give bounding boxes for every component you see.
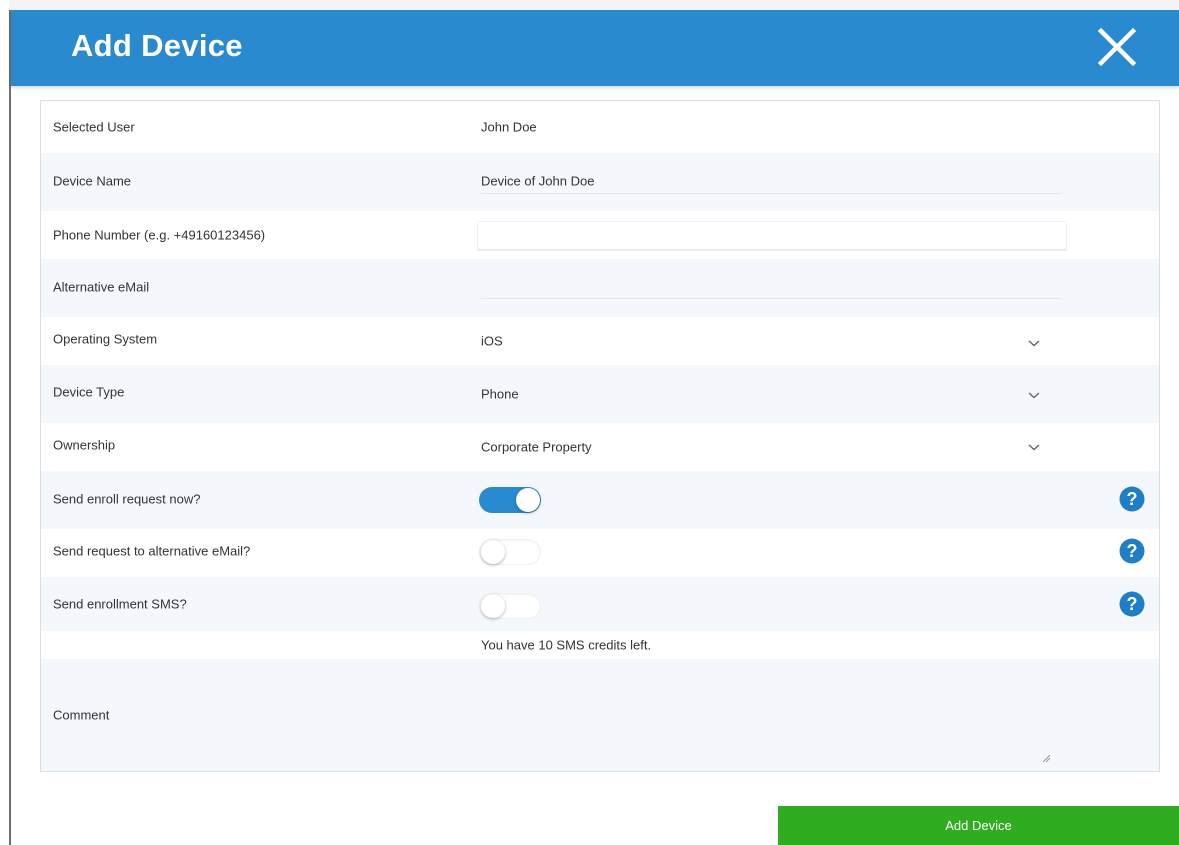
- operating-system-label: Operating System: [53, 331, 158, 347]
- svg-text:?: ?: [1127, 541, 1138, 561]
- device-form: Selected User John Doe Device Name Devic…: [40, 100, 1160, 772]
- alternative-email-label: Alternative eMail: [53, 279, 150, 295]
- send-enroll-request-toggle[interactable]: [479, 487, 541, 513]
- toggle-knob: [481, 540, 505, 564]
- help-icon[interactable]: ?: [1119, 486, 1145, 512]
- row-comment: Comment: [41, 659, 1159, 771]
- send-alt-email-label: Send request to alternative eMail?: [53, 543, 251, 559]
- help-icon[interactable]: ?: [1119, 538, 1145, 564]
- device-name-label: Device Name: [53, 173, 132, 189]
- close-icon: [1097, 27, 1137, 67]
- row-send-enroll-request: Send enroll request now? ?: [41, 471, 1159, 529]
- send-sms-label: Send enrollment SMS?: [53, 596, 187, 612]
- row-device-name: Device Name Device of John Doe: [41, 153, 1159, 211]
- send-enroll-request-label: Send enroll request now?: [53, 491, 201, 507]
- comment-label: Comment: [53, 707, 110, 723]
- row-send-sms: Send enrollment SMS? ?: [41, 577, 1159, 631]
- window-edge: [9, 0, 11, 845]
- send-alt-email-toggle[interactable]: [479, 539, 541, 565]
- row-sms-note: You have 10 SMS credits left.: [41, 631, 1159, 659]
- row-ownership: Ownership Corporate Property: [41, 423, 1159, 471]
- phone-number-input[interactable]: [477, 221, 1067, 251]
- help-icon[interactable]: ?: [1119, 591, 1145, 617]
- svg-text:?: ?: [1127, 594, 1138, 614]
- chevron-down-icon[interactable]: [1027, 338, 1041, 348]
- selected-user-value: John Doe: [481, 119, 537, 135]
- window-top-edge: [9, 0, 1179, 10]
- device-name-input[interactable]: Device of John Doe: [481, 174, 594, 189]
- ownership-label: Ownership: [53, 437, 116, 453]
- sms-credits-note: You have 10 SMS credits left.: [481, 637, 652, 653]
- device-type-select[interactable]: Phone: [481, 387, 519, 402]
- row-alternative-email: Alternative eMail: [41, 259, 1159, 317]
- toggle-knob: [516, 488, 540, 512]
- row-send-alt-email: Send request to alternative eMail? ?: [41, 529, 1159, 577]
- toggle-knob: [481, 594, 505, 618]
- chevron-down-icon[interactable]: [1027, 442, 1041, 452]
- operating-system-select[interactable]: iOS: [481, 334, 503, 349]
- chevron-down-icon[interactable]: [1027, 390, 1041, 400]
- row-selected-user: Selected User John Doe: [41, 101, 1159, 153]
- device-name-underline: [481, 193, 1061, 194]
- ownership-select[interactable]: Corporate Property: [481, 440, 592, 455]
- dialog-header: Add Device: [11, 10, 1179, 86]
- close-button[interactable]: [1097, 27, 1137, 67]
- alternative-email-underline: [481, 298, 1061, 299]
- add-device-button[interactable]: Add Device: [778, 806, 1179, 845]
- row-operating-system: Operating System iOS: [41, 317, 1159, 365]
- resize-handle-icon[interactable]: [1041, 753, 1051, 763]
- row-device-type: Device Type Phone: [41, 365, 1159, 423]
- dialog-title: Add Device: [71, 28, 243, 63]
- row-phone-number: Phone Number (e.g. +49160123456): [41, 211, 1159, 259]
- phone-number-label: Phone Number (e.g. +49160123456): [53, 227, 266, 243]
- device-type-label: Device Type: [53, 384, 125, 400]
- send-sms-toggle[interactable]: [479, 593, 541, 619]
- svg-text:?: ?: [1127, 489, 1138, 509]
- comment-textarea[interactable]: [477, 665, 1057, 765]
- selected-user-label: Selected User: [53, 119, 135, 135]
